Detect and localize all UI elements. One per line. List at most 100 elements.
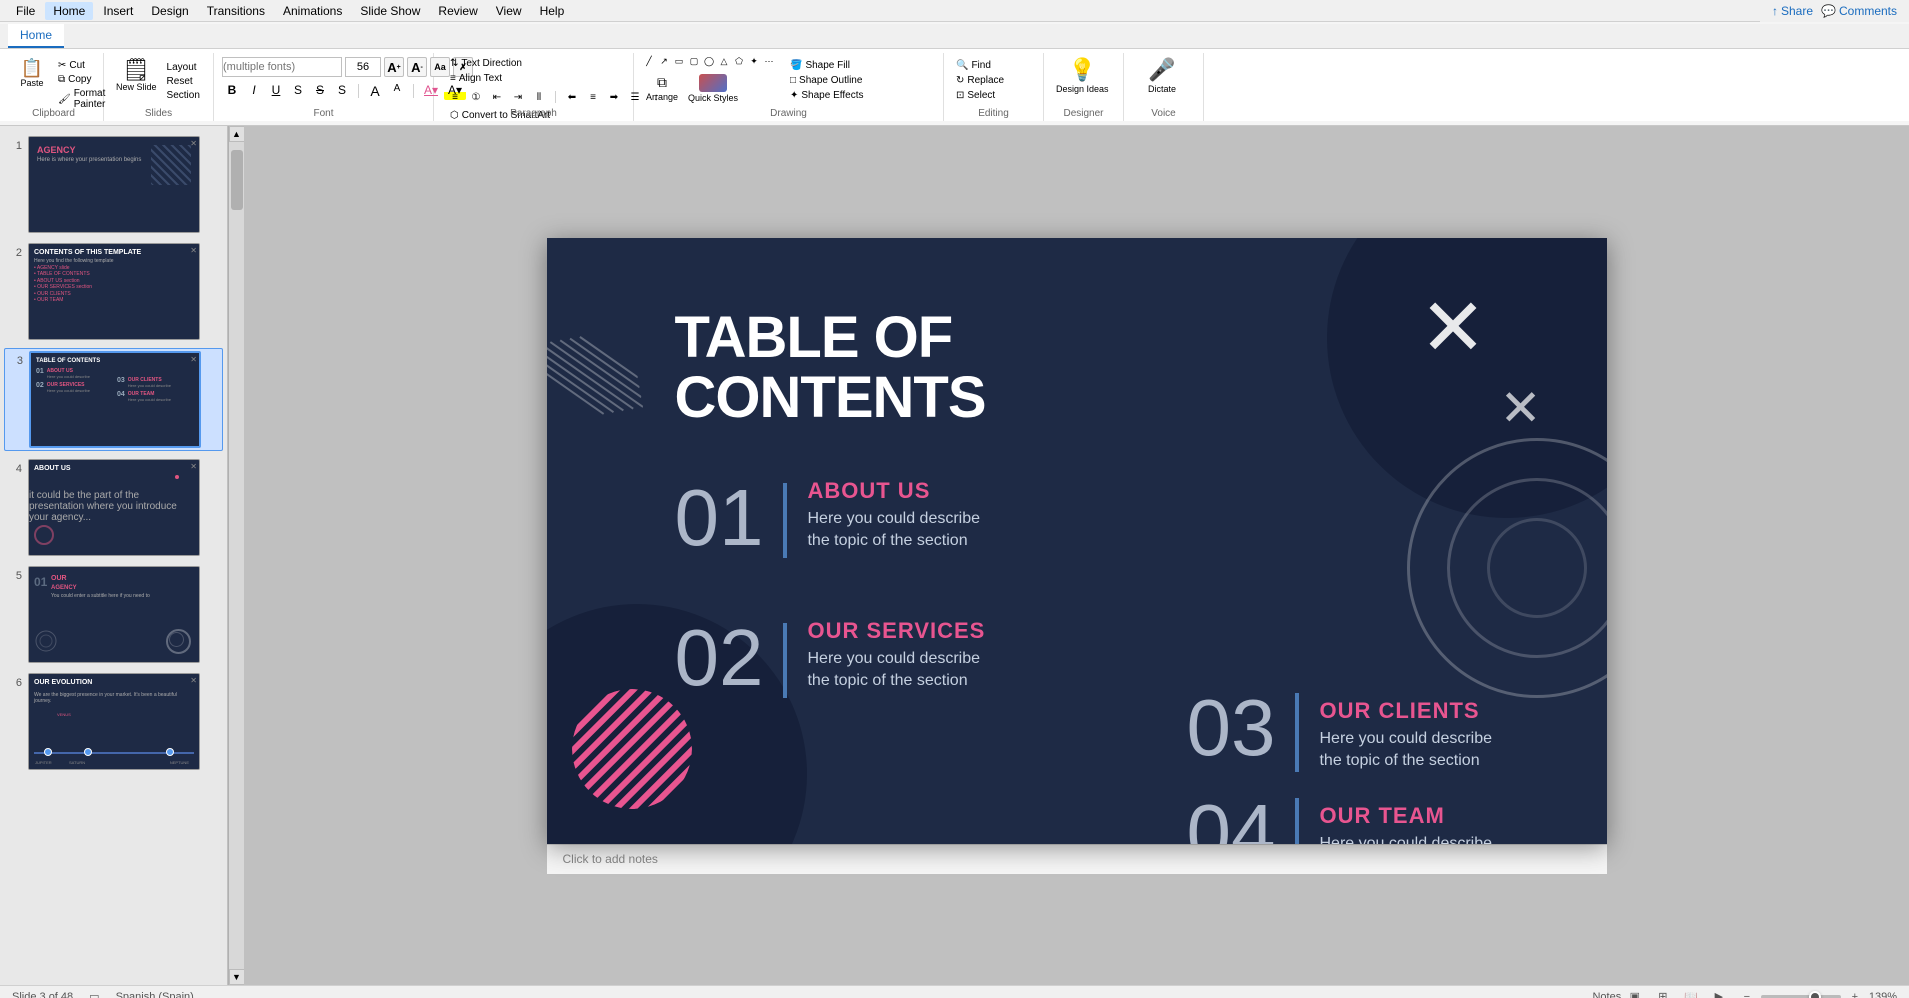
- notes-button[interactable]: Notes: [1597, 989, 1617, 998]
- slide4-close[interactable]: ✕: [190, 462, 197, 471]
- slide-icon: ▭: [89, 990, 99, 998]
- shape-btn-more[interactable]: ⋯: [762, 55, 776, 67]
- toc-bar-02: [783, 623, 787, 698]
- share-button[interactable]: ↑ Share: [1772, 4, 1813, 18]
- review-menu[interactable]: Review: [430, 2, 485, 20]
- char-spacing-button[interactable]: S: [332, 82, 352, 100]
- slide-number-2: 2: [6, 243, 22, 259]
- slide-main-title[interactable]: TABLE OF CONTENTS: [675, 308, 986, 430]
- copy-button[interactable]: ⧉ Copy: [54, 73, 109, 86]
- slide-thumb-3[interactable]: 3 TABLE OF CONTENTS 01 ABOUT USHere you …: [4, 348, 223, 451]
- slide-sorter-button[interactable]: ⊞: [1653, 989, 1673, 998]
- scroll-thumb[interactable]: [231, 150, 243, 210]
- design-ideas-button[interactable]: 💡 Design Ideas: [1052, 55, 1113, 96]
- reset-button[interactable]: Reset: [163, 75, 204, 88]
- design-menu[interactable]: Design: [143, 2, 196, 20]
- slide2-close[interactable]: ✕: [190, 246, 197, 255]
- shape-outline-icon: □: [790, 75, 796, 86]
- shadow-button[interactable]: S: [288, 82, 308, 100]
- shape-btn-circle[interactable]: ◯: [702, 55, 716, 67]
- section-button[interactable]: Section: [163, 89, 204, 102]
- dictate-button[interactable]: 🎤 Dictate: [1132, 55, 1192, 96]
- align-text-button[interactable]: ≡ Align Text: [446, 72, 506, 85]
- slide-thumb-5[interactable]: 5 01 OUR AGENCY You could enter a subtit…: [4, 564, 223, 665]
- slide-panel-scrollbar[interactable]: ▲ ▼: [228, 126, 244, 985]
- zoom-out-button[interactable]: −: [1737, 989, 1757, 998]
- shape-fill-button[interactable]: 🪣 Shape Fill: [786, 59, 867, 72]
- notes-bar[interactable]: Click to add notes: [547, 844, 1607, 874]
- shape-btn-line[interactable]: ╱: [642, 55, 656, 67]
- arrange-button[interactable]: ⧉ Arrange: [642, 72, 682, 105]
- replace-button[interactable]: ↻ Replace: [952, 74, 1008, 87]
- shape-btn-triangle[interactable]: △: [717, 55, 731, 67]
- shape-btn-round-rect[interactable]: ▢: [687, 55, 701, 67]
- shape-btn-arrow[interactable]: ↗: [657, 55, 671, 67]
- cut-button[interactable]: ✂ Cut: [54, 59, 109, 72]
- shape-btn-rect[interactable]: ▭: [672, 55, 686, 67]
- slideshow-button[interactable]: ▶: [1709, 989, 1729, 998]
- slide1-close[interactable]: ✕: [190, 139, 197, 148]
- increase-font-size-button[interactable]: A+: [384, 57, 404, 77]
- increase-indent-button[interactable]: ⇥: [509, 89, 527, 105]
- align-left-button[interactable]: ⬅: [563, 89, 581, 105]
- slide-canvas[interactable]: ✕ ✕: [547, 238, 1607, 844]
- slideshow-menu[interactable]: Slide Show: [352, 2, 428, 20]
- scroll-down-button[interactable]: ▼: [229, 969, 245, 985]
- comments-button[interactable]: 💬 Comments: [1821, 4, 1897, 18]
- layout-button[interactable]: Layout: [163, 61, 204, 74]
- animations-menu[interactable]: Animations: [275, 2, 350, 20]
- slide-thumb-6[interactable]: 6 OUR EVOLUTION We are the biggest prese…: [4, 671, 223, 772]
- slide-thumb-1[interactable]: 1 AGENCY Here is where your presentation…: [4, 134, 223, 235]
- home-menu[interactable]: Home: [45, 2, 93, 20]
- help-menu[interactable]: Help: [532, 2, 573, 20]
- decrease-indent-button[interactable]: ⇤: [488, 89, 506, 105]
- zoom-in-button[interactable]: +: [1845, 989, 1865, 998]
- toc-item-02[interactable]: 02 OUR SERVICES Here you could describe …: [675, 618, 986, 698]
- strikethrough-button[interactable]: S: [310, 82, 330, 100]
- font-name-input[interactable]: [222, 57, 342, 77]
- columns-button[interactable]: ⫴: [530, 89, 548, 105]
- align-right-button[interactable]: ➡: [605, 89, 623, 105]
- toc-desc-04: Here you could describe the topic of the…: [1319, 833, 1492, 844]
- find-button[interactable]: 🔍 Find: [952, 59, 1008, 72]
- tab-home[interactable]: Home: [8, 24, 64, 48]
- normal-view-button[interactable]: ▣: [1625, 989, 1645, 998]
- shape-outline-button[interactable]: □ Shape Outline: [786, 74, 867, 87]
- slide6-close[interactable]: ✕: [190, 676, 197, 685]
- scroll-up-button[interactable]: ▲: [229, 126, 245, 142]
- align-center-button[interactable]: ≡: [584, 89, 602, 105]
- zoom-slider[interactable]: [1761, 995, 1841, 998]
- bullets-button[interactable]: ≡: [446, 89, 464, 105]
- font-size-small-a-button[interactable]: A: [387, 82, 407, 100]
- transitions-menu[interactable]: Transitions: [199, 2, 273, 20]
- font-size-input[interactable]: [345, 57, 381, 77]
- paste-icon: 📋: [21, 59, 43, 77]
- reading-view-button[interactable]: 📖: [1681, 989, 1701, 998]
- zoom-level[interactable]: 139%: [1869, 991, 1897, 998]
- numbering-button[interactable]: ①: [467, 89, 485, 105]
- italic-button[interactable]: I: [244, 82, 264, 100]
- text-direction-button[interactable]: ⇅ Text Direction: [446, 57, 526, 70]
- file-menu[interactable]: File: [8, 2, 43, 20]
- insert-menu[interactable]: Insert: [95, 2, 141, 20]
- shape-btn-pentagon[interactable]: ⬠: [732, 55, 746, 67]
- slide-thumb-4[interactable]: 4 ABOUT US it could be the part of the p…: [4, 457, 223, 558]
- view-menu[interactable]: View: [488, 2, 530, 20]
- toc-item-03[interactable]: 03 OUR CLIENTS Here you could describe t…: [1187, 688, 1493, 773]
- designer-group-label: Designer: [1044, 108, 1123, 119]
- deco-striped-circle: [567, 684, 697, 814]
- shape-btn-star[interactable]: ✦: [747, 55, 761, 67]
- decrease-font-size-button[interactable]: A-: [407, 57, 427, 77]
- toc-item-01[interactable]: 01 ABOUT US Here you could describe the …: [675, 478, 981, 558]
- quick-styles-button[interactable]: Quick Styles: [684, 72, 742, 105]
- toc-item-04[interactable]: 04 OUR TEAM Here you could describe the …: [1187, 793, 1493, 844]
- slide6-title: OUR EVOLUTION: [34, 679, 194, 686]
- font-size-aa-button[interactable]: A: [365, 82, 385, 100]
- new-slide-button[interactable]: 🗒 New Slide: [112, 57, 161, 94]
- bold-button[interactable]: B: [222, 82, 242, 100]
- slide-thumb-2[interactable]: 2 CONTENTS OF THIS TEMPLATE Here you fin…: [4, 241, 223, 342]
- shape-effects-button[interactable]: ✦ Shape Effects: [786, 89, 867, 102]
- slide3-close[interactable]: ✕: [190, 355, 197, 364]
- select-button[interactable]: ⊡ Select: [952, 89, 1008, 102]
- underline-button[interactable]: U: [266, 82, 286, 100]
